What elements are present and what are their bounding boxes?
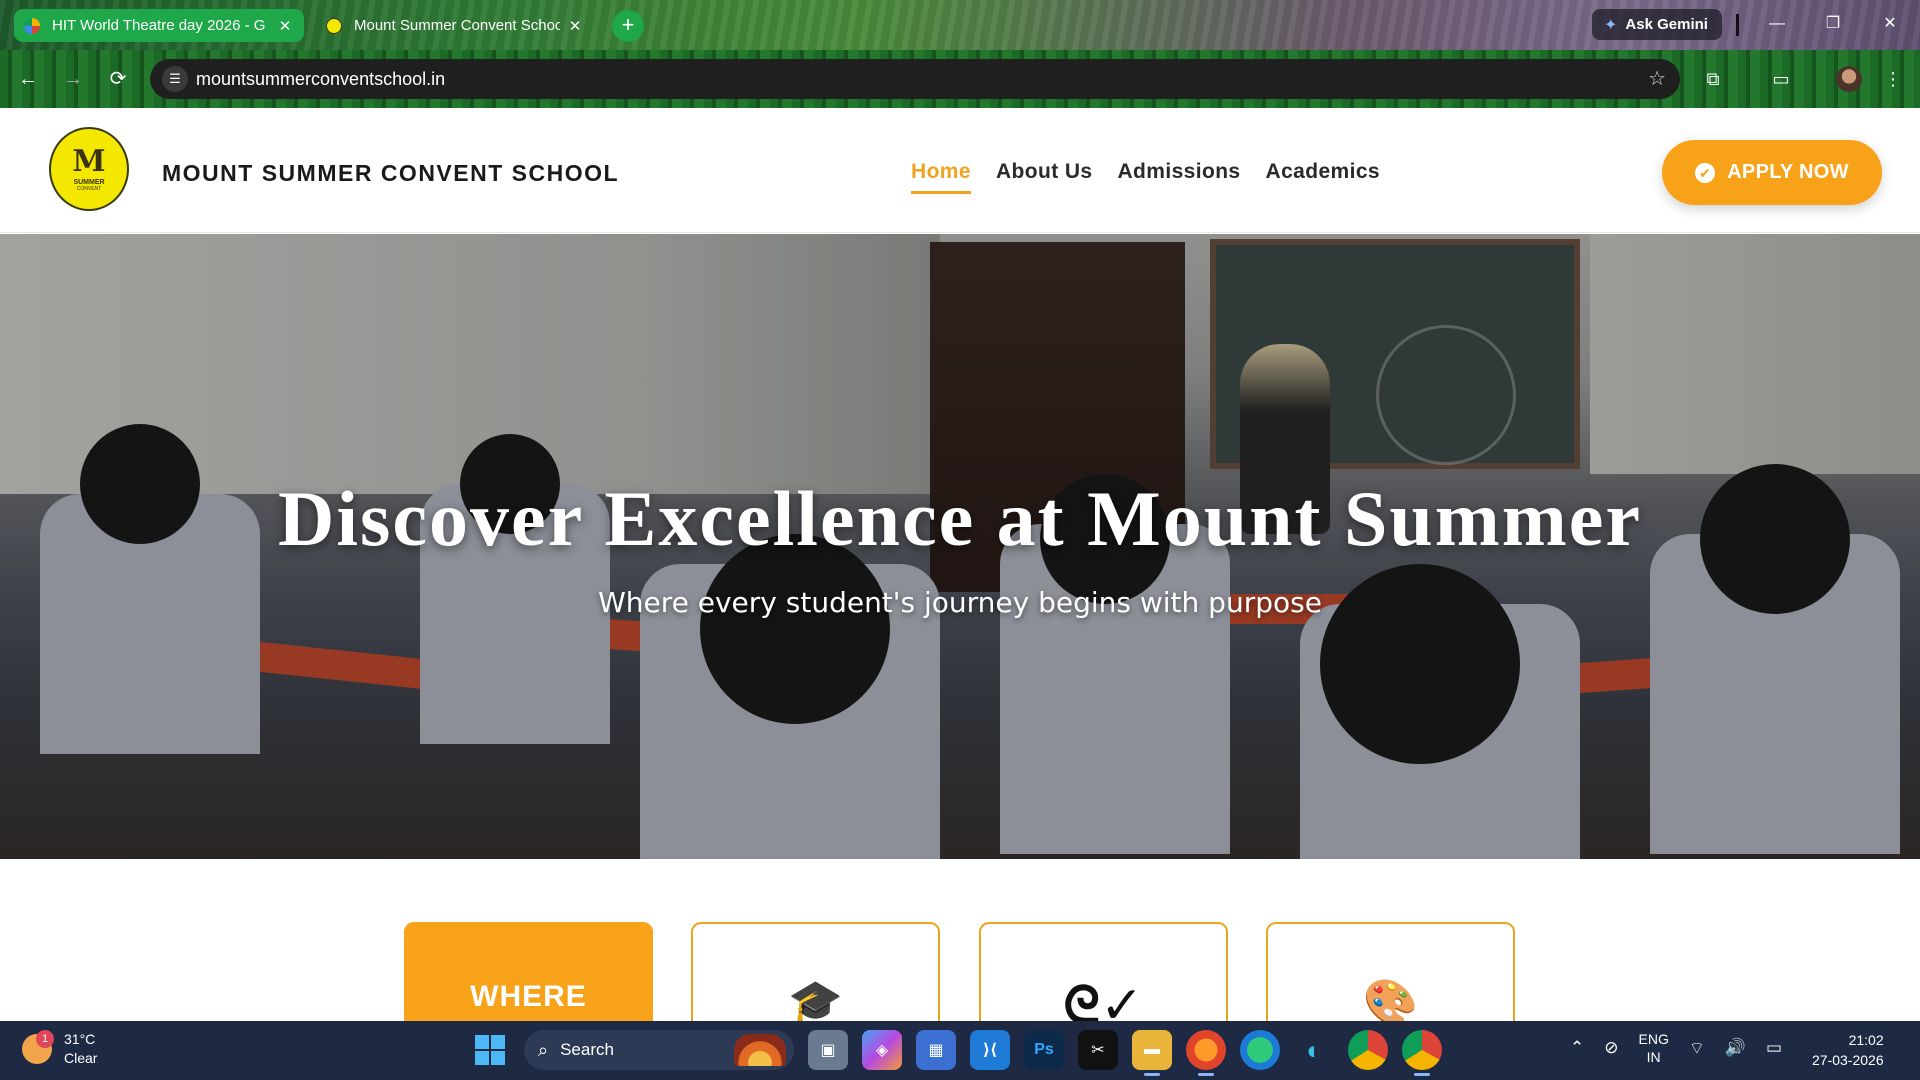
capcut-icon[interactable]: ✂ [1078,1030,1118,1070]
search-highlight-image [734,1034,786,1066]
art-palette-icon: 🎨 [1363,978,1418,1021]
tab-mount-summer[interactable]: Mount Summer Convent Schoo ✕ [316,9,594,42]
windows-start-icon[interactable] [470,1030,510,1070]
feature-card-label: WHERE [470,980,587,1013]
reload-button[interactable]: ⟳ [103,64,133,94]
google-slides-favicon-icon [24,17,40,34]
battery-icon[interactable]: ▭ [1766,1038,1782,1058]
address-bar[interactable]: ☰ mountsummerconventschool.in ☆ [150,59,1680,99]
browser-menu-icon[interactable]: ⋮ [1878,64,1908,94]
ask-gemini-label: Ask Gemini [1625,16,1708,33]
tab-title: Mount Summer Convent Schoo [354,17,560,34]
school-favicon-icon [326,17,342,34]
copilot-icon[interactable]: ◈ [862,1030,902,1070]
taskbar-search[interactable]: ⌕ Search [524,1030,794,1070]
chrome-icon[interactable] [1348,1030,1388,1070]
back-button[interactable]: ← [13,64,43,94]
hero-title: Discover Excellence at Mount Summer [278,475,1642,562]
school-logo[interactable]: M SUMMER CONVENT [49,127,129,211]
moon-weather-icon: 1 [22,1030,54,1064]
url-text[interactable]: mountsummerconventschool.in [196,69,445,90]
vscode-icon[interactable]: ⟩⟨ [970,1030,1010,1070]
taskbar-search-label: Search [560,1040,614,1059]
nav-academics[interactable]: Academics [1266,160,1381,194]
people-icon: ᘓ✓ [1063,976,1144,1021]
clock-time: 21:02 [1848,1032,1884,1048]
bookmark-star-icon[interactable]: ☆ [1648,66,1666,91]
ask-gemini-button[interactable]: ✦ Ask Gemini [1592,9,1722,40]
weather-widget[interactable]: 1 31°C Clear [22,1030,97,1068]
hero-subtitle: Where every student's journey begins wit… [598,586,1322,619]
search-icon: ⌕ [538,1039,549,1060]
check-circle-icon: ✔ [1695,162,1716,183]
school-name[interactable]: MOUNT SUMMER CONVENT SCHOOL [162,160,619,187]
logo-word: SUMMER [73,178,105,186]
extensions-icon[interactable]: ⧉ [1698,64,1728,94]
wifi-icon[interactable]: ⌔ [1689,1038,1705,1059]
graduation-cap-icon: 🎓 [788,978,843,1021]
edge-icon[interactable] [1240,1030,1280,1070]
notifications-off-icon[interactable]: ⊘ [1604,1038,1618,1058]
tab-search-icon[interactable]: ▭ [1766,64,1796,94]
nav-about-us[interactable]: About Us [996,160,1093,194]
weather-temperature: 31°C [64,1031,96,1047]
taskbar-apps: ⌕ Search ▣ ◈ ▦ ⟩⟨ Ps ✂ ▬ ◐ [470,1030,1442,1076]
feature-card-where[interactable]: WHERE [404,922,653,1021]
tabstrip-divider [1736,14,1739,36]
close-tab-icon[interactable]: ✕ [566,17,584,35]
nav-home[interactable]: Home [911,160,971,194]
hero-banner: Discover Excellence at Mount Summer Wher… [0,234,1920,859]
feature-card-academics[interactable]: 🎓 [691,922,940,1021]
weather-condition: Clear [64,1050,98,1066]
minimize-button[interactable]: — [1757,10,1797,38]
forward-button[interactable]: → [58,64,88,94]
language-code: ENG [1638,1031,1669,1047]
close-window-button[interactable]: ✕ [1870,10,1910,38]
microsoft-store-icon[interactable]: ▦ [916,1030,956,1070]
file-explorer-icon[interactable]: ▬ [1132,1030,1172,1076]
language-indicator[interactable]: ENG IN [1639,1030,1669,1066]
tab-title: HIT World Theatre day 2026 - G [52,17,266,34]
logo-mark: M [72,143,106,179]
show-hidden-icons-chevron-icon[interactable]: ⌃ [1570,1038,1584,1058]
feature-card-community[interactable]: ᘓ✓ [979,922,1228,1021]
browser-swirl-icon[interactable]: ◐ [1294,1030,1334,1070]
profile-avatar[interactable] [1836,66,1862,92]
close-tab-icon[interactable]: ✕ [276,17,294,35]
nav-admissions[interactable]: Admissions [1117,160,1240,194]
feature-cards: WHERE 🎓 ᘓ✓ 🎨 [0,859,1920,1021]
logo-word-secondary: CONVENT [76,185,102,192]
tab-hit-world-theatre[interactable]: HIT World Theatre day 2026 - G ✕ [14,9,304,42]
chrome-profile-icon[interactable] [1402,1030,1442,1076]
feature-card-arts[interactable]: 🎨 [1266,922,1515,1021]
system-tray: ⌃ ⊘ ENG IN ⌔ 🔊 ▭ [1570,1030,1782,1066]
taskbar-clock[interactable]: 21:02 27-03-2026 [1812,1030,1884,1070]
gemini-sparkle-icon: ✦ [1604,16,1618,34]
apply-now-button[interactable]: ✔ APPLY NOW [1662,140,1882,205]
restore-button[interactable]: ❐ [1813,10,1853,38]
region-code: IN [1646,1049,1661,1065]
site-info-icon[interactable]: ☰ [162,66,188,92]
apply-now-label: APPLY NOW [1727,161,1849,183]
main-navigation: Home About Us Admissions Academics [911,160,1380,194]
new-tab-button[interactable]: + [612,10,644,42]
windows-taskbar: 1 31°C Clear ⌕ Search ▣ ◈ ▦ ⟩⟨ Ps ✂ ▬ ◐ … [0,1021,1920,1080]
volume-icon[interactable]: 🔊 [1725,1038,1746,1058]
clock-date: 27-03-2026 [1812,1052,1884,1068]
site-header: M SUMMER CONVENT MOUNT SUMMER CONVENT SC… [0,108,1920,233]
photoshop-icon[interactable]: Ps [1024,1030,1064,1070]
task-view-icon[interactable]: ▣ [808,1030,848,1070]
notification-badge: 1 [36,1030,54,1048]
firefox-icon[interactable] [1186,1030,1226,1076]
